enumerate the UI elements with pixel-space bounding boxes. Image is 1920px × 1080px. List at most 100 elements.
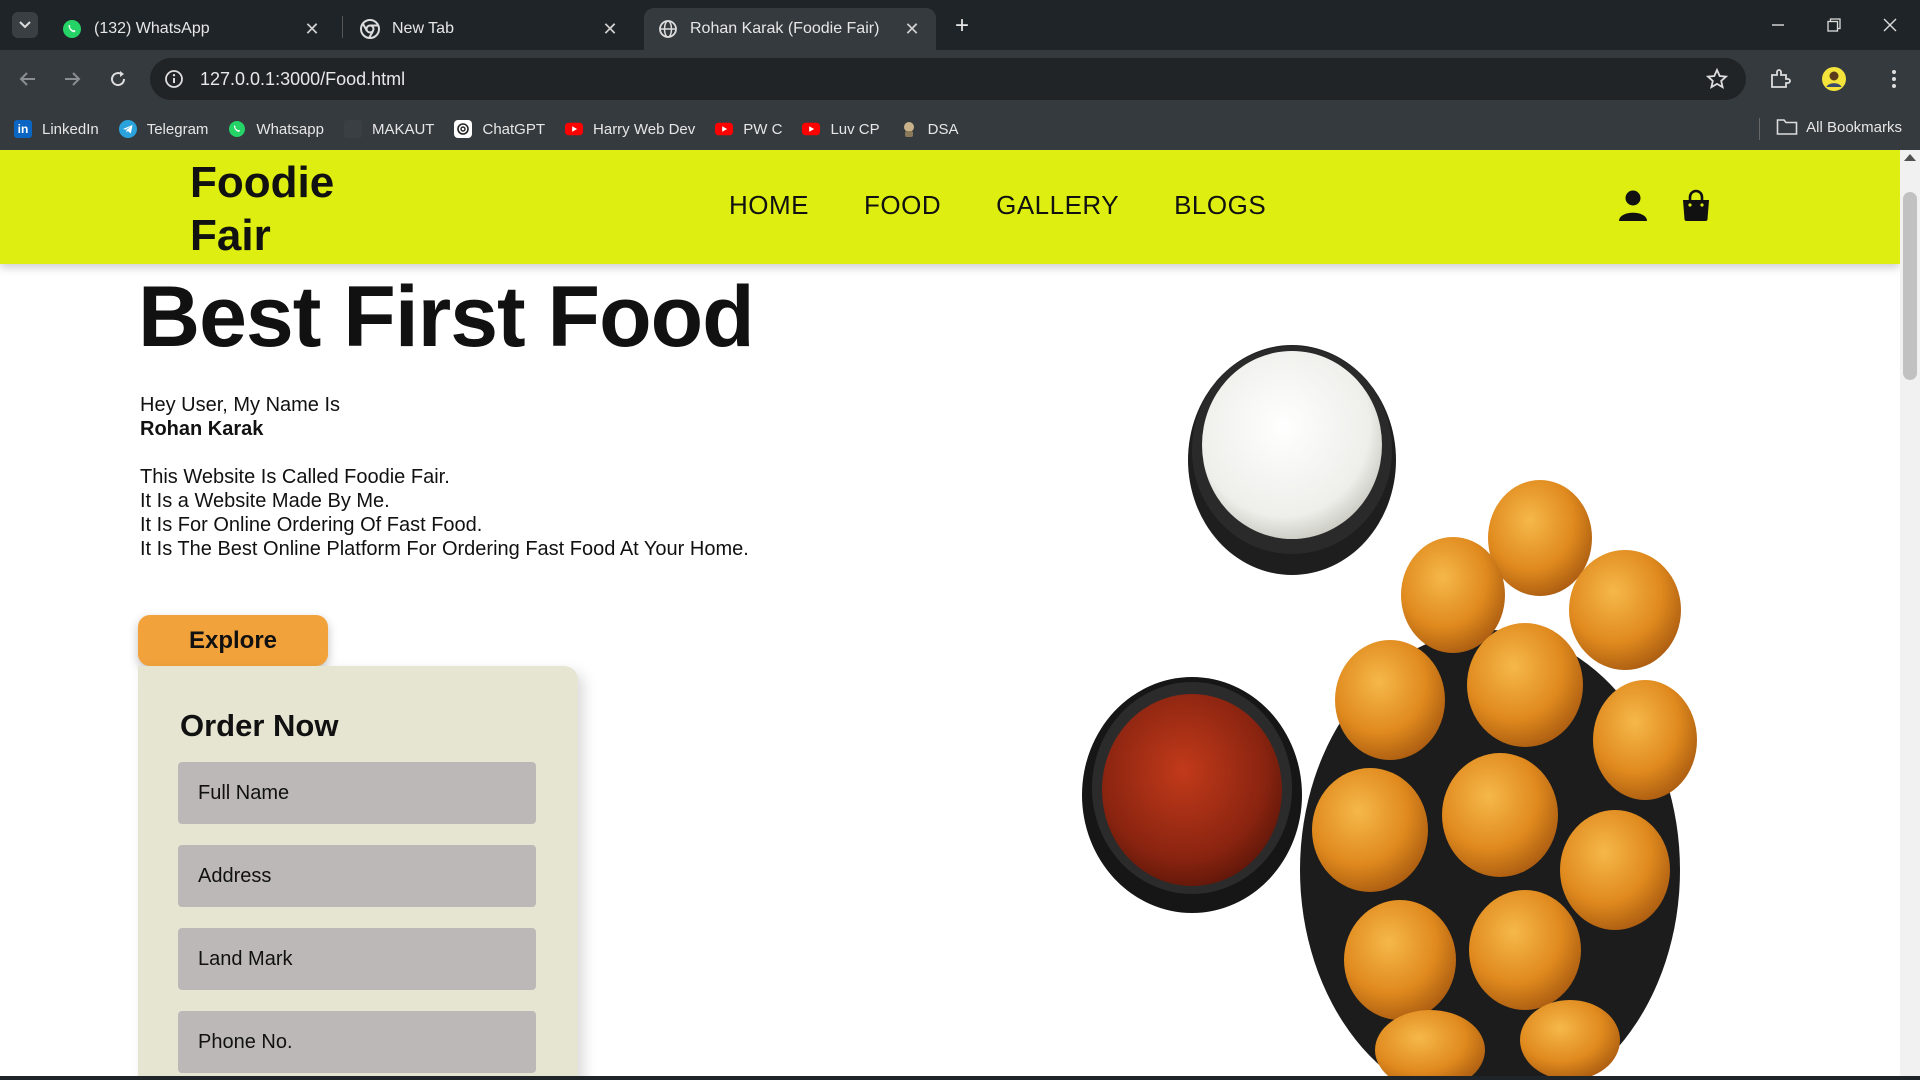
close-window-button[interactable] [1868,8,1912,42]
momos-food-image [1082,345,1697,1080]
browser-toolbar: 127.0.0.1:3000/Food.html [0,50,1920,108]
description-line: This Website Is Called Foodie Fair. [140,466,450,488]
author-name: Rohan Karak [140,418,264,440]
site-logo[interactable]: Foodie Fair [190,156,350,262]
close-icon[interactable]: ✕ [600,19,620,39]
description-line: It Is a Website Made By Me. [140,490,390,512]
close-icon [1883,18,1897,32]
bookmark-label: Whatsapp [256,120,324,138]
all-bookmarks-button[interactable]: All Bookmarks [1776,118,1902,136]
bookmark-label: LinkedIn [42,120,99,138]
restore-button[interactable] [1812,8,1856,42]
chatgpt-icon [454,120,473,138]
bookmark-makaut[interactable]: MAKAUT [343,120,435,138]
bookmark-star-icon[interactable] [1705,67,1729,95]
tab-foodie-fair[interactable]: Rohan Karak (Foodie Fair) ✕ [644,8,936,50]
bookmark-dsa[interactable]: DSA [900,120,959,138]
user-icon[interactable] [1616,188,1650,222]
address-bar[interactable]: 127.0.0.1:3000/Food.html [150,58,1746,100]
tab-new-tab[interactable]: New Tab ✕ [346,8,634,50]
restore-icon [1827,18,1841,32]
description-line: It Is For Online Ordering Of Fast Food. [140,514,483,536]
more-vert-icon [1892,70,1896,88]
profile-avatar[interactable] [1818,63,1850,95]
bookmark-label: DSA [927,120,959,138]
avatar-icon [1822,67,1846,91]
dsa-icon [900,120,918,138]
phone-field[interactable] [178,1011,536,1073]
close-icon[interactable]: ✕ [902,19,922,39]
bookmark-whatsapp[interactable]: Whatsapp [228,120,324,138]
bookmarks-bar: in LinkedIn Telegram Whatsapp MAKAUT Cha… [0,108,1920,150]
bookmarks-separator [1759,118,1760,140]
forward-button[interactable] [56,63,88,95]
full-name-field[interactable] [178,762,536,824]
close-icon[interactable]: ✕ [302,19,322,39]
minimize-button[interactable] [1756,8,1800,42]
tab-title: (132) WhatsApp [94,20,210,37]
address-field[interactable] [178,845,536,907]
hero-description: This Website Is Called Foodie Fair. It I… [140,465,749,561]
bookmark-label: Harry Web Dev [593,120,696,138]
bookmark-label: MAKAUT [371,120,435,138]
order-form: Order Now [138,666,578,1080]
minimize-icon [1772,24,1784,26]
reload-icon [111,71,126,87]
youtube-icon [565,120,584,138]
whatsapp-icon [228,120,246,138]
bookmark-telegram[interactable]: Telegram [118,120,208,138]
arrow-left-icon [19,72,35,86]
all-bookmarks-label: All Bookmarks [1806,118,1902,136]
back-button[interactable] [12,63,44,95]
bookmark-luv-cp[interactable]: Luv CP [802,120,880,138]
tab-title: Rohan Karak (Foodie Fair) [690,20,880,37]
scroll-up-arrow-icon[interactable] [1904,154,1916,161]
tab-whatsapp[interactable]: (132) WhatsApp ✕ [48,8,336,50]
makaut-icon [343,120,362,138]
scroll-thumb[interactable] [1903,192,1917,380]
globe-icon [658,19,678,39]
menu-button[interactable] [1878,63,1910,95]
extensions-button[interactable] [1764,63,1796,95]
bookmark-label: ChatGPT [482,120,546,138]
menu-home[interactable]: HOME [729,190,809,221]
bookmark-chatgpt[interactable]: ChatGPT [454,120,545,138]
greeting-text: Hey User, My Name Is [140,394,341,416]
hero-intro: Hey User, My Name Is Rohan Karak [140,393,340,441]
chrome-icon [360,19,380,39]
info-icon[interactable] [164,69,184,89]
bookmark-harry-web-dev[interactable]: Harry Web Dev [565,120,695,138]
bookmark-pw-c[interactable]: PW C [715,120,782,138]
shopping-bag-icon[interactable] [1679,188,1713,222]
tab-separator [342,16,343,38]
youtube-icon [802,120,821,138]
linkedin-icon: in [14,120,32,138]
explore-button[interactable]: Explore [138,615,328,666]
menu-blogs[interactable]: BLOGS [1174,190,1266,221]
hero-title: Best First Food [138,269,755,365]
page-viewport: Foodie Fair HOME FOOD GALLERY BLOGS Best… [0,150,1900,1080]
folder-icon [1776,119,1798,135]
menu-food[interactable]: FOOD [864,190,941,221]
bookmark-label: PW C [743,120,783,138]
bookmark-linkedin[interactable]: in LinkedIn [14,120,99,138]
url-text[interactable]: 127.0.0.1:3000/Food.html [200,69,405,90]
reload-button[interactable] [102,63,134,95]
order-title: Order Now [180,708,339,743]
tab-search-button[interactable] [12,12,38,38]
site-navbar: Foodie Fair HOME FOOD GALLERY BLOGS [0,150,1900,264]
telegram-icon [118,120,137,138]
landmark-field[interactable] [178,928,536,990]
page-scrollbar[interactable] [1900,150,1920,1080]
puzzle-icon [1771,69,1791,88]
bookmark-label: Luv CP [830,120,880,138]
chevron-down-icon [19,21,31,29]
browser-tab-bar: (132) WhatsApp ✕ New Tab ✕ Rohan Karak (… [0,0,1920,50]
window-bottom-edge [0,1076,1920,1080]
youtube-icon [715,120,734,138]
menu-gallery[interactable]: GALLERY [996,190,1119,221]
new-tab-button[interactable]: + [948,12,976,40]
arrow-right-icon [65,72,81,86]
main-menu: HOME FOOD GALLERY BLOGS [729,190,1266,221]
whatsapp-icon [62,19,82,39]
